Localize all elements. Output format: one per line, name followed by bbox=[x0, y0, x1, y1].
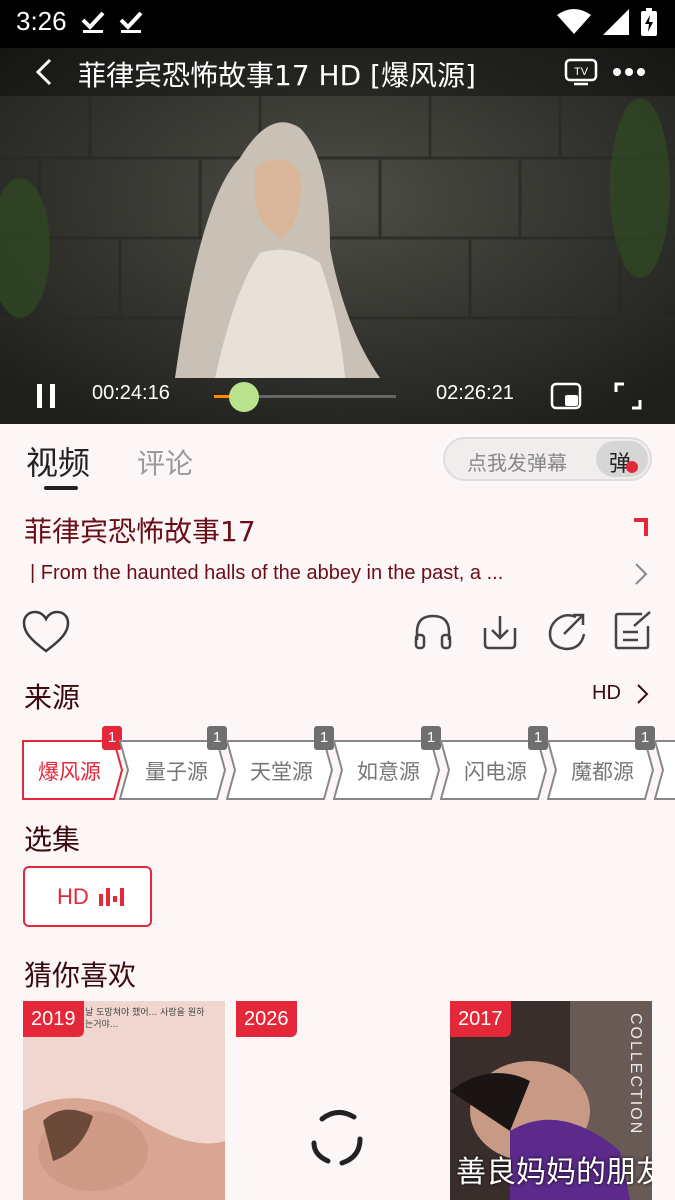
chevron-right-icon[interactable] bbox=[630, 562, 650, 586]
player-controls: 00:24:16 02:26:21 bbox=[0, 376, 675, 424]
download-icon[interactable] bbox=[479, 610, 521, 652]
status-bar: 3:26 bbox=[0, 0, 675, 48]
episode-item-hd[interactable]: HD bbox=[23, 866, 152, 927]
source-label: 魔都源 bbox=[571, 760, 634, 784]
video-title: 菲律宾恐怖故事17 bbox=[24, 515, 256, 548]
recommend-card[interactable]: COLLECTION 善良妈妈的朋友 2017 bbox=[450, 1001, 652, 1200]
player-title-bar: 菲律宾恐怖故事17 HD [爆风源] TV bbox=[0, 48, 675, 96]
wifi-icon bbox=[557, 9, 591, 34]
source-label: 如意源 bbox=[357, 760, 420, 784]
video-description[interactable]: | From the haunted halls of the abbey in… bbox=[30, 562, 560, 585]
source-label: 量子源 bbox=[145, 760, 208, 784]
source-item-ruyi[interactable]: 如意源 1 bbox=[333, 726, 443, 800]
poster-side-text: COLLECTION bbox=[627, 1013, 644, 1136]
source-label: 爆风源 bbox=[38, 760, 101, 784]
battery-icon bbox=[641, 8, 657, 36]
source-label: 天堂源 bbox=[250, 760, 313, 784]
danmu-placeholder: 点我发弹幕 bbox=[467, 451, 567, 475]
recommend-title: 猜你喜欢 bbox=[24, 959, 137, 992]
poster-text: 날 도망쳐야 했어... 사랑을 원하는거야... bbox=[85, 1008, 205, 1030]
report-flag-icon[interactable] bbox=[634, 518, 648, 536]
quality-selector[interactable]: HD bbox=[592, 682, 621, 705]
chevron-right-icon[interactable] bbox=[634, 682, 650, 706]
loading-spinner-icon bbox=[311, 1110, 363, 1166]
source-badge: 1 bbox=[207, 726, 227, 750]
video-frame bbox=[0, 48, 675, 424]
favorite-heart-icon[interactable] bbox=[22, 610, 70, 654]
source-list: 爆风源 1 量子源 1 天堂源 1 如意源 1 闪电源 1 魔都源 1 bbox=[22, 726, 675, 806]
player-title: 菲律宾恐怖故事17 HD [爆风源] bbox=[78, 59, 476, 92]
recommend-card[interactable]: 2026 bbox=[236, 1001, 438, 1200]
headphones-icon[interactable] bbox=[412, 610, 454, 652]
video-player[interactable]: 菲律宾恐怖故事17 HD [爆风源] TV 00:24:16 02:26:21 bbox=[0, 48, 675, 424]
episodes-title: 选集 bbox=[24, 823, 81, 856]
more-icon[interactable] bbox=[612, 62, 646, 82]
tab-comment[interactable]: 评论 bbox=[137, 442, 193, 482]
source-item-tiantang[interactable]: 天堂源 1 bbox=[226, 726, 336, 800]
source-title: 来源 bbox=[24, 681, 81, 714]
current-time: 00:24:16 bbox=[92, 382, 170, 404]
recommend-card[interactable]: 날 도망쳐야 했어... 사랑을 원하는거야... 2019 bbox=[23, 1001, 225, 1200]
episode-label: HD bbox=[57, 884, 89, 909]
edit-note-icon[interactable] bbox=[612, 610, 654, 652]
danmu-input[interactable]: 点我发弹幕 弹 bbox=[443, 437, 652, 481]
source-badge: 1 bbox=[635, 726, 655, 750]
source-label: 闪电源 bbox=[464, 760, 527, 784]
fullscreen-icon[interactable] bbox=[612, 380, 644, 412]
progress-thumb[interactable] bbox=[229, 382, 260, 412]
poster-caption: 善良妈妈的朋友 bbox=[456, 1155, 652, 1190]
tv-cast-icon[interactable]: TV bbox=[564, 58, 598, 86]
progress-bar[interactable] bbox=[214, 382, 396, 412]
share-icon[interactable] bbox=[546, 610, 588, 652]
pause-icon[interactable] bbox=[34, 382, 58, 410]
source-item-liangzi[interactable]: 量子源 1 bbox=[119, 726, 229, 800]
source-badge: 1 bbox=[528, 726, 548, 750]
tab-indicator bbox=[44, 486, 78, 490]
year-badge: 2019 bbox=[23, 1001, 84, 1037]
download-done-icon bbox=[81, 11, 105, 33]
source-item-more[interactable] bbox=[654, 740, 675, 800]
danmu-check-icon bbox=[626, 461, 638, 473]
year-badge: 2017 bbox=[450, 1001, 511, 1037]
source-badge: 1 bbox=[314, 726, 334, 750]
source-item-modu[interactable]: 魔都源 1 bbox=[547, 726, 657, 800]
back-arrow-icon[interactable] bbox=[30, 56, 62, 88]
source-item-shandian[interactable]: 闪电源 1 bbox=[440, 726, 550, 800]
picture-in-picture-icon[interactable] bbox=[550, 382, 582, 410]
status-time: 3:26 bbox=[16, 6, 67, 36]
playing-bars-icon bbox=[99, 888, 124, 906]
source-item-baofeng[interactable]: 爆风源 1 bbox=[22, 726, 132, 800]
download-done-icon bbox=[119, 11, 143, 33]
tab-bar: 视频 评论 点我发弹幕 弹 bbox=[0, 424, 675, 500]
source-tab-shape bbox=[654, 740, 675, 800]
danmu-toggle[interactable]: 弹 bbox=[596, 441, 648, 477]
year-badge: 2026 bbox=[236, 1001, 297, 1037]
tab-video[interactable]: 视频 bbox=[26, 438, 90, 484]
source-badge: 1 bbox=[421, 726, 441, 750]
total-time: 02:26:21 bbox=[436, 382, 514, 404]
signal-icon bbox=[603, 9, 629, 35]
svg-text:TV: TV bbox=[574, 66, 589, 78]
